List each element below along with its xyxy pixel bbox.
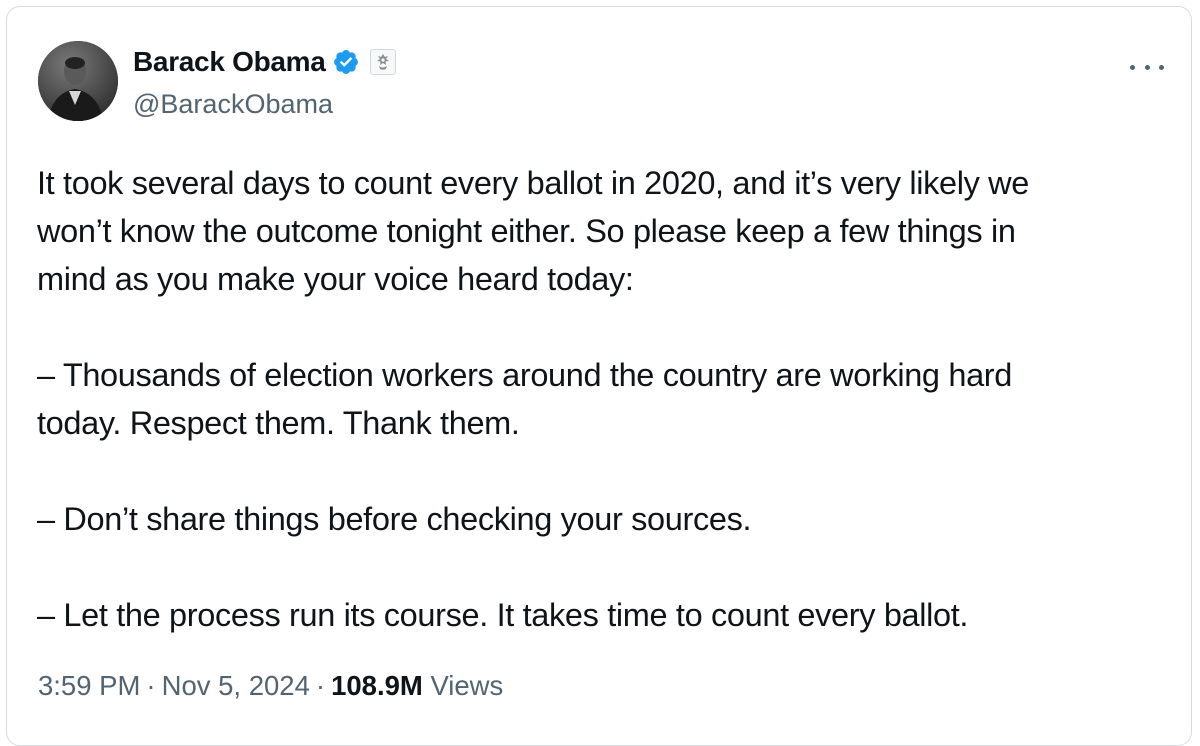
author-handle[interactable]: @BarackObama xyxy=(133,89,333,120)
author-display-name[interactable]: Barack Obama xyxy=(133,46,326,78)
tweet-card: Barack Obama @BarackObama It took severa… xyxy=(6,6,1192,746)
tweet-paragraph: It took several days to count every ball… xyxy=(37,165,1030,297)
more-dot xyxy=(1159,64,1164,70)
author-name-row: Barack Obama xyxy=(133,45,396,79)
views-label[interactable]: Views xyxy=(430,670,503,701)
tweet-paragraph: – Don’t share things before checking you… xyxy=(37,501,752,537)
meta-separator: · xyxy=(146,670,156,701)
profile-photo xyxy=(38,41,118,121)
tweet-text: It took several days to count every ball… xyxy=(37,159,1157,639)
more-options-icon[interactable] xyxy=(1130,57,1164,77)
meta-separator: · xyxy=(315,670,326,701)
tweet-meta: 3:59 PM · Nov 5, 2024 · 108.9M Views xyxy=(38,670,503,702)
more-dot xyxy=(1130,64,1135,70)
views-count[interactable]: 108.9M xyxy=(331,670,423,701)
more-dot xyxy=(1144,64,1150,70)
verified-badge-icon[interactable] xyxy=(332,48,360,76)
avatar[interactable] xyxy=(38,41,118,121)
tweet-paragraph: – Let the process run its course. It tak… xyxy=(37,597,969,633)
government-seal-icon[interactable] xyxy=(369,49,396,75)
tweet-date[interactable]: Nov 5, 2024 xyxy=(162,670,310,701)
tweet-time[interactable]: 3:59 PM xyxy=(38,670,140,701)
tweet-paragraph: – Thousands of election workers around t… xyxy=(37,357,1012,441)
